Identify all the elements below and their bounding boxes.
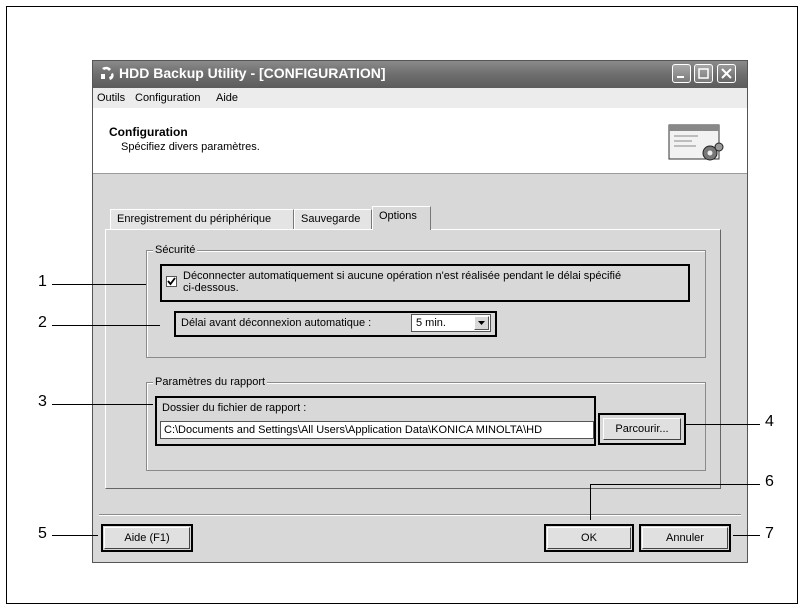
callout-3: 3 bbox=[38, 393, 47, 410]
auto-disconnect-label[interactable]: Déconnecter automatiquement si aucune op… bbox=[183, 270, 621, 294]
footer-separator bbox=[99, 514, 741, 516]
close-icon bbox=[721, 68, 732, 79]
callout-5-line bbox=[52, 535, 98, 536]
auto-disconnect-label-line2: ci-dessous. bbox=[183, 282, 239, 294]
auto-disconnect-label-line1: Déconnecter automatiquement si aucune op… bbox=[183, 270, 622, 282]
window-title: HDD Backup Utility - [CONFIGURATION] bbox=[119, 65, 386, 81]
menu-aide[interactable]: Aide bbox=[216, 92, 238, 104]
tab-sauvegarde[interactable]: Sauvegarde bbox=[294, 209, 372, 229]
callout-6-vline bbox=[590, 484, 591, 520]
callout-6-line bbox=[590, 484, 760, 485]
callout-7-line bbox=[733, 535, 760, 536]
minimize-icon bbox=[677, 76, 684, 78]
tab-sauvegarde-label: Sauvegarde bbox=[301, 213, 361, 225]
tab-options[interactable]: Options bbox=[372, 206, 431, 230]
backup-utility-icon bbox=[101, 66, 114, 80]
callout-7: 7 bbox=[765, 525, 774, 542]
menu-bar: Outils Configuration Aide bbox=[93, 88, 747, 108]
maximize-button[interactable] bbox=[694, 64, 713, 83]
configuration-gear-icon bbox=[668, 124, 724, 161]
tab-options-label: Options bbox=[379, 210, 417, 222]
report-folder-input[interactable]: C:\Documents and Settings\All Users\Appl… bbox=[160, 421, 594, 439]
callout-4: 4 bbox=[765, 413, 774, 430]
callout-3-line bbox=[52, 404, 153, 405]
tab-enregistrement[interactable]: Enregistrement du périphérique bbox=[110, 209, 294, 229]
callout-6: 6 bbox=[765, 473, 774, 490]
callout-5: 5 bbox=[38, 525, 47, 542]
callout-1-line bbox=[52, 284, 146, 285]
cancel-label: Annuler bbox=[666, 532, 704, 544]
page-title: Configuration bbox=[109, 125, 188, 139]
report-folder-label: Dossier du fichier de rapport : bbox=[162, 402, 307, 414]
menu-outils[interactable]: Outils bbox=[97, 92, 125, 104]
help-button[interactable]: Aide (F1) bbox=[101, 524, 193, 552]
callout-4-line bbox=[684, 424, 760, 425]
callout-2: 2 bbox=[38, 314, 47, 331]
ok-button[interactable]: OK bbox=[544, 524, 634, 552]
report-folder-value: C:\Documents and Settings\All Users\Appl… bbox=[164, 424, 543, 436]
delay-select[interactable]: 5 min. bbox=[411, 314, 491, 332]
title-bar[interactable]: HDD Backup Utility - [CONFIGURATION] bbox=[93, 61, 747, 88]
delay-value: 5 min. bbox=[416, 317, 446, 329]
help-label: Aide (F1) bbox=[124, 532, 170, 544]
tab-enregistrement-label: Enregistrement du périphérique bbox=[117, 213, 272, 225]
checkmark-icon bbox=[167, 277, 176, 286]
page-header: Configuration Spécifiez divers paramètre… bbox=[93, 108, 747, 174]
maximize-icon bbox=[698, 68, 709, 79]
auto-disconnect-checkbox[interactable] bbox=[166, 276, 177, 287]
cancel-button[interactable]: Annuler bbox=[639, 524, 731, 552]
page-subtitle: Spécifiez divers paramètres. bbox=[121, 141, 260, 153]
minimize-button[interactable] bbox=[672, 64, 691, 83]
main-window: HDD Backup Utility - [CONFIGURATION] Out… bbox=[92, 60, 748, 563]
security-group-label: Sécurité bbox=[153, 244, 198, 256]
delay-label: Délai avant déconnexion automatique : bbox=[181, 317, 372, 329]
chevron-down-icon[interactable] bbox=[474, 316, 489, 330]
callout-1: 1 bbox=[38, 273, 47, 290]
options-panel: Sécurité Déconnecter automatiquement si … bbox=[105, 229, 721, 489]
close-button[interactable] bbox=[717, 64, 736, 83]
browse-highlight bbox=[598, 413, 686, 445]
ok-label: OK bbox=[581, 532, 597, 544]
callout-2-line bbox=[52, 325, 160, 326]
report-group-label: Paramètres du rapport bbox=[153, 376, 268, 388]
menu-configuration[interactable]: Configuration bbox=[135, 92, 200, 104]
